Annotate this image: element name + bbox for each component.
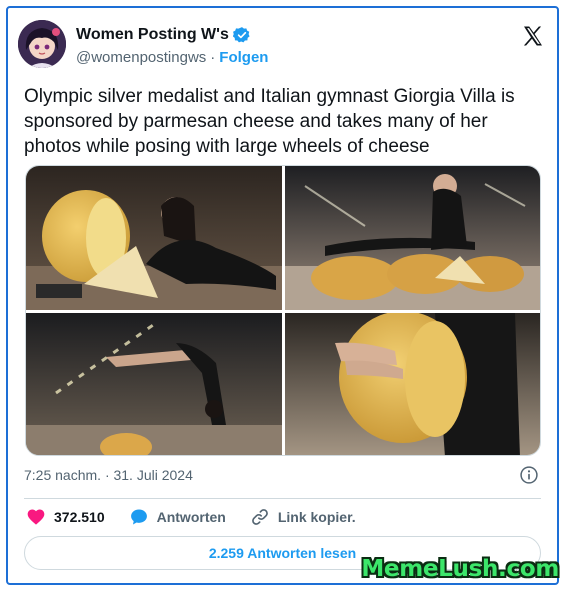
post-header: Women Posting W's @womenpostingws · Folg… (18, 20, 547, 72)
avatar[interactable] (18, 20, 66, 68)
info-icon[interactable] (519, 465, 539, 485)
watermark-logo: MemeLush.com (361, 556, 559, 582)
copy-link-button[interactable]: Link kopier. (250, 507, 356, 527)
display-name[interactable]: Women Posting W's (76, 26, 229, 44)
post-timestamp[interactable]: 7:25 nachm. · 31. Juli 2024 (24, 467, 193, 483)
photo-grid (25, 165, 541, 456)
action-bar: 372.510 Antworten Link kopier. (26, 506, 380, 528)
reply-button[interactable]: Antworten (129, 507, 226, 527)
post-text: Olympic silver medalist and Italian gymn… (24, 86, 515, 157)
photo-gymnast-lying-with-cheese[interactable] (26, 166, 282, 310)
photo-gymnast-splits-on-cheese[interactable] (285, 166, 540, 310)
follow-button[interactable]: Folgen (219, 49, 268, 66)
heart-icon (27, 509, 45, 525)
x-logo-icon[interactable] (521, 24, 545, 48)
handle[interactable]: @womenpostingws (76, 49, 206, 66)
reply-label: Antworten (156, 509, 226, 525)
photo-gymnast-holding-cheese-wheel[interactable] (285, 313, 540, 455)
link-icon (251, 509, 268, 525)
reply-bubble-icon (130, 509, 147, 525)
divider (24, 498, 541, 499)
copy-link-label: Link kopier. (277, 509, 356, 525)
photo-gymnast-handstand[interactable] (26, 313, 282, 455)
separator: · (210, 49, 216, 66)
verified-badge-icon (232, 26, 251, 44)
like-count: 372.510 (54, 509, 105, 525)
like-button[interactable]: 372.510 (26, 507, 105, 527)
